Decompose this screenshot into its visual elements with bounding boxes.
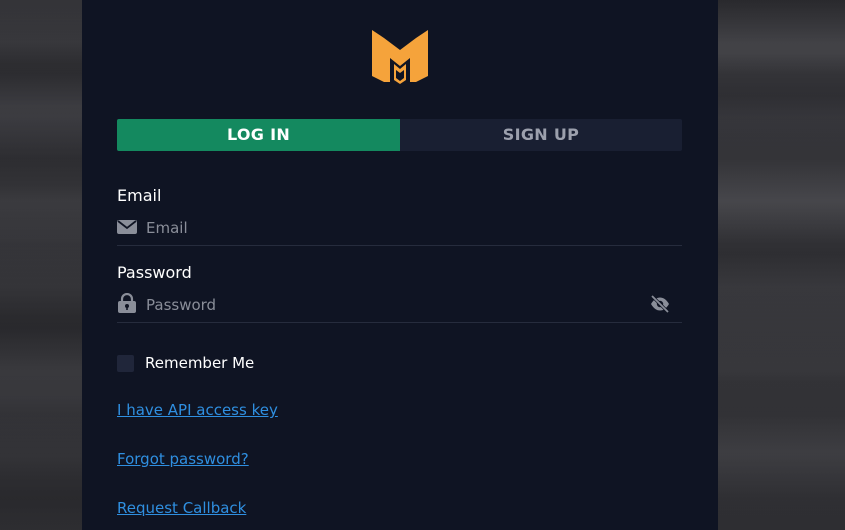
email-input[interactable] (146, 213, 646, 243)
lock-icon (118, 293, 136, 313)
eye-slash-icon[interactable] (649, 293, 671, 315)
remember-me-checkbox[interactable] (117, 354, 134, 372)
tab-login[interactable]: LOG IN (117, 119, 400, 151)
background-blur-right (718, 0, 845, 530)
password-label: Password (117, 263, 192, 282)
background-blur-left (0, 0, 82, 530)
envelope-icon (117, 220, 137, 234)
api-key-link[interactable]: I have API access key (117, 401, 278, 419)
remember-me: Remember Me (117, 354, 254, 372)
password-field (117, 290, 682, 323)
request-callback-link[interactable]: Request Callback (117, 499, 246, 517)
auth-tabs: LOG IN SIGN UP (117, 119, 682, 151)
brand-logo-icon (372, 30, 428, 84)
remember-me-label[interactable]: Remember Me (145, 354, 254, 372)
email-field (117, 213, 682, 246)
tab-signup[interactable]: SIGN UP (400, 119, 682, 151)
forgot-password-link[interactable]: Forgot password? (117, 450, 249, 468)
password-input[interactable] (146, 290, 646, 320)
email-label: Email (117, 186, 162, 205)
